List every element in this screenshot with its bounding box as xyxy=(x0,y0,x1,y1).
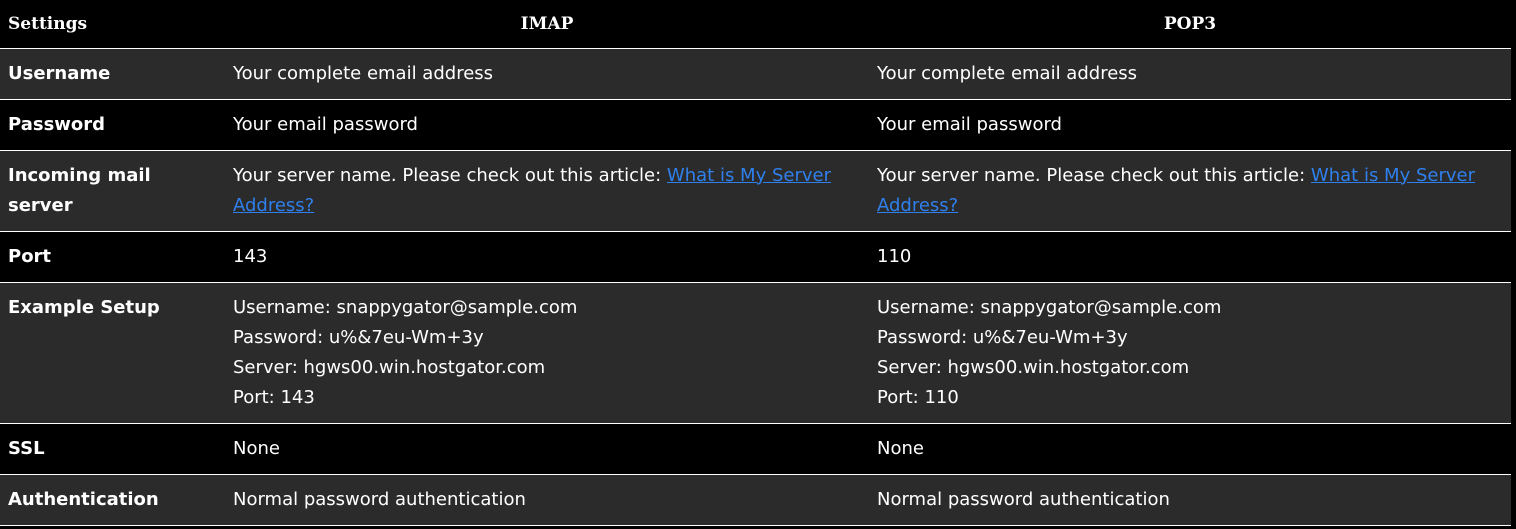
row-label-incoming-mail-server: Incoming mail server xyxy=(0,150,225,232)
row-label-example-setup: Example Setup xyxy=(0,282,225,424)
imap-authentication: Normal password authentication xyxy=(225,474,869,526)
pop3-password: Your email password xyxy=(869,99,1511,151)
imap-server-text: Your server name. Please check out this … xyxy=(233,164,667,186)
pop3-authentication: Normal password authentication xyxy=(869,474,1511,526)
imap-incoming-mail-server: Your server name. Please check out this … xyxy=(225,150,869,232)
imap-example-password: Password: u%&7eu-Wm+3y xyxy=(233,326,484,348)
imap-example-username: Username: snappygator@sample.com xyxy=(233,296,578,318)
table-row: Incoming mail server Your server name. P… xyxy=(0,150,1511,232)
settings-table: Settings IMAP POP3 Username Your complet… xyxy=(0,0,1511,526)
imap-password: Your email password xyxy=(225,99,869,151)
imap-ssl: None xyxy=(225,423,869,475)
header-settings: Settings xyxy=(0,0,225,49)
header-imap: IMAP xyxy=(225,0,869,49)
table-header-row: Settings IMAP POP3 xyxy=(0,0,1511,49)
imap-port: 143 xyxy=(225,231,869,283)
table-row: Example Setup Username: snappygator@samp… xyxy=(0,282,1511,424)
row-label-username: Username xyxy=(0,48,225,100)
row-label-ssl: SSL xyxy=(0,423,225,475)
header-pop3: POP3 xyxy=(869,0,1511,49)
pop3-incoming-mail-server: Your server name. Please check out this … xyxy=(869,150,1511,232)
table-row: SSL None None xyxy=(0,423,1511,475)
pop3-example-setup: Username: snappygator@sample.com Passwor… xyxy=(869,282,1511,424)
table-row: Port 143 110 xyxy=(0,231,1511,283)
imap-example-server: Server: hgws00.win.hostgator.com xyxy=(233,356,546,378)
pop3-example-username: Username: snappygator@sample.com xyxy=(877,296,1222,318)
row-label-authentication: Authentication xyxy=(0,474,225,526)
imap-example-port: Port: 143 xyxy=(233,386,315,408)
pop3-example-port: Port: 110 xyxy=(877,386,959,408)
row-label-password: Password xyxy=(0,99,225,151)
imap-username: Your complete email address xyxy=(225,48,869,100)
pop3-example-server: Server: hgws00.win.hostgator.com xyxy=(877,356,1190,378)
pop3-example-password: Password: u%&7eu-Wm+3y xyxy=(877,326,1128,348)
row-label-port: Port xyxy=(0,231,225,283)
table-row: Password Your email password Your email … xyxy=(0,99,1511,151)
pop3-port: 110 xyxy=(869,231,1511,283)
imap-example-setup: Username: snappygator@sample.com Passwor… xyxy=(225,282,869,424)
pop3-username: Your complete email address xyxy=(869,48,1511,100)
table-row: Authentication Normal password authentic… xyxy=(0,474,1511,526)
table-row: Username Your complete email address You… xyxy=(0,48,1511,100)
pop3-ssl: None xyxy=(869,423,1511,475)
pop3-server-text: Your server name. Please check out this … xyxy=(877,164,1311,186)
